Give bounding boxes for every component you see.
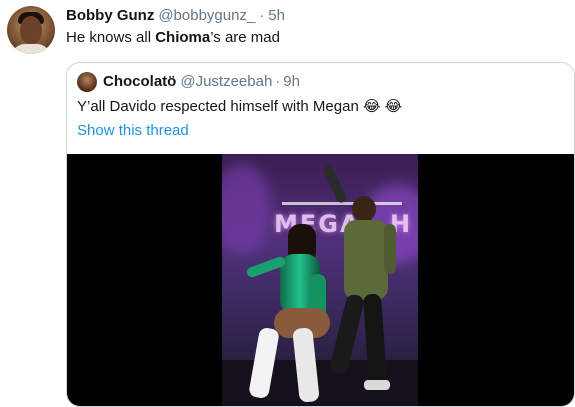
man-arm-right <box>384 224 396 274</box>
tweet-text-end: ’s are mad <box>210 29 280 46</box>
tweet-text-start: He knows all <box>66 29 156 46</box>
tweet[interactable]: Bobby Gunz @bobbygunz_ · 5h He knows all Ch… <box>0 0 575 407</box>
quoted-tweet-header: Chocolatö @Justzeebah · 9h <box>103 73 300 91</box>
quoted-header-separator: · <box>275 73 281 90</box>
avatar-shirt <box>11 44 51 54</box>
man-leg-right <box>362 293 388 385</box>
avatar-face <box>20 16 42 44</box>
video-player[interactable]: MEGA H <box>67 154 574 406</box>
quoted-tweet-card[interactable]: Chocolatö @Justzeebah · 9h Y’all Davido res… <box>66 62 575 407</box>
dancer-man <box>322 163 410 399</box>
quoted-author-handle[interactable]: @Justzeebah <box>180 73 272 90</box>
man-leg-left <box>328 293 366 375</box>
quoted-author-avatar[interactable] <box>77 72 97 92</box>
author-avatar[interactable] <box>7 6 55 54</box>
man-head <box>352 196 376 222</box>
video-frame[interactable]: MEGA H <box>222 154 418 406</box>
tweet-timestamp[interactable]: 5h <box>268 7 285 24</box>
quoted-tweet-timestamp[interactable]: 9h <box>283 73 300 90</box>
man-arm-raised <box>322 163 348 205</box>
tweet-header: Bobby Gunz @bobbygunz_ · 5h <box>66 7 285 25</box>
header-separator: · <box>259 7 265 24</box>
man-torso <box>344 220 388 300</box>
author-handle[interactable]: @bobbygunz_ <box>158 7 255 24</box>
woman-boot-left <box>248 326 280 400</box>
show-thread-link[interactable]: Show this thread <box>77 122 189 140</box>
quoted-tweet-text: Y’all Davido respected himself with Mega… <box>77 98 403 115</box>
dancer-woman <box>245 224 342 404</box>
author-name[interactable]: Bobby Gunz <box>66 7 154 24</box>
man-shoe <box>364 380 390 390</box>
tweet-text: He knows all Chioma’s are mad <box>66 29 280 47</box>
quoted-author-name[interactable]: Chocolatö <box>103 73 176 90</box>
woman-boot-right <box>292 327 320 403</box>
tweet-text-bold: Chioma <box>155 29 211 46</box>
